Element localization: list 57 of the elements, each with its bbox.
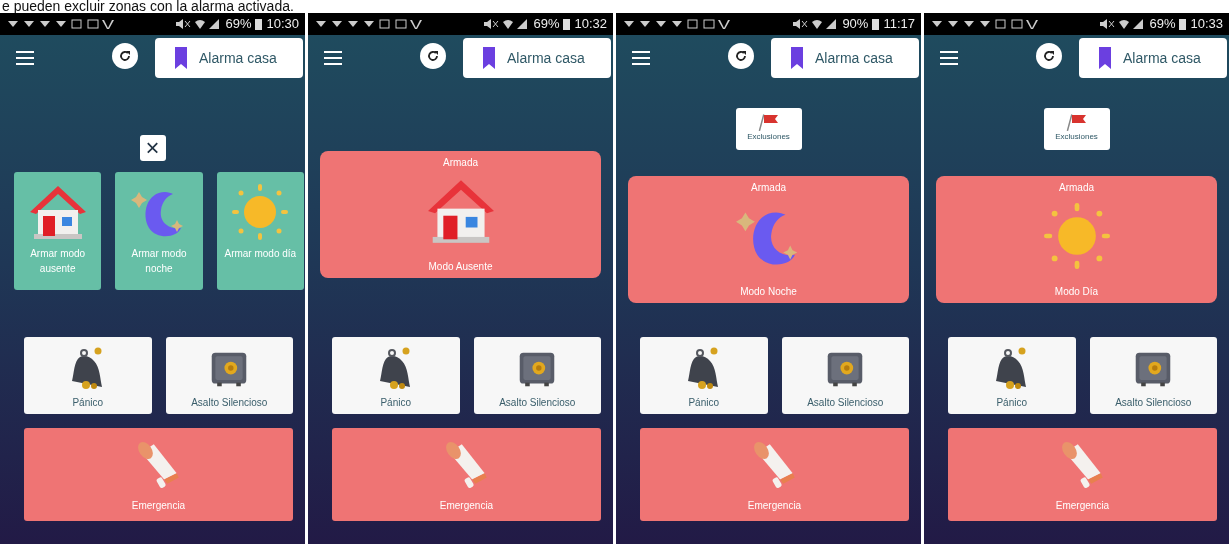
menu-icon[interactable]: [16, 50, 34, 65]
battery-percentage: 69%: [533, 15, 560, 34]
action-button[interactable]: Pánico: [332, 337, 460, 414]
refresh-icon: [735, 50, 747, 62]
battery-icon: [872, 18, 880, 30]
exclusions-button[interactable]: Exclusiones: [735, 108, 802, 150]
alarm-selector-button[interactable]: Alarma casa: [1079, 38, 1227, 78]
battery-percentage: 69%: [1149, 15, 1176, 34]
battery-icon: [563, 18, 571, 30]
sun-icon: [230, 184, 291, 240]
signal-icons-drawing: [1099, 18, 1146, 30]
alarm-selector-button[interactable]: Alarma casa: [771, 38, 919, 78]
action-button[interactable]: Asalto Silencioso: [165, 337, 293, 414]
battery-icon: [255, 18, 263, 30]
action-button[interactable]: Pánico: [948, 337, 1076, 414]
alarm-selector-button[interactable]: Alarma casa: [155, 38, 303, 78]
action-button[interactable]: Asalto Silencioso: [781, 337, 909, 414]
refresh-button[interactable]: [420, 43, 446, 69]
armed-status-text: Armada: [443, 156, 478, 170]
armed-status-text: Armada: [751, 181, 786, 195]
refresh-button[interactable]: [112, 43, 138, 69]
action-button[interactable]: Asalto Silencioso: [1089, 337, 1217, 414]
armed-mode-text: Modo Ausente: [428, 260, 493, 274]
flag-icon: [1065, 113, 1088, 131]
battery-percentage: 69%: [225, 15, 252, 34]
bookmark-icon: [1097, 46, 1113, 70]
menu-icon[interactable]: [940, 50, 958, 65]
menu-icon[interactable]: [324, 50, 342, 65]
refresh-button[interactable]: [728, 43, 754, 69]
bookmark-icon: [481, 46, 497, 70]
battery-percentage: 90%: [842, 15, 869, 34]
refresh-icon: [427, 50, 439, 62]
armed-status-text: Armada: [1059, 181, 1094, 195]
caption-text: e pueden excluir zonas con la alarma activada.: [1, 0, 295, 13]
menu-icon[interactable]: [632, 50, 650, 65]
refresh-icon: [1043, 50, 1055, 62]
signal-icons-drawing: [792, 18, 839, 30]
battery-icon: [1179, 18, 1187, 30]
action-button[interactable]: Pánico: [24, 337, 152, 414]
refresh-button[interactable]: [1036, 43, 1062, 69]
action-button[interactable]: Pánico: [640, 337, 768, 414]
armed-mode-text: Modo Noche: [740, 285, 797, 299]
action-button[interactable]: Asalto Silencioso: [473, 337, 601, 414]
signal-icons-drawing: [175, 18, 222, 30]
clock-time: 10:32: [574, 15, 607, 34]
bookmark-icon: [789, 46, 805, 70]
clock-time: 10:30: [266, 15, 299, 34]
alarm-selector-button[interactable]: Alarma casa: [463, 38, 611, 78]
exclusions-button[interactable]: Exclusiones: [1043, 108, 1110, 150]
clock-time: 11:17: [883, 15, 915, 34]
signal-icons-drawing: [483, 18, 530, 30]
clock-time: 10:33: [1190, 15, 1223, 34]
refresh-icon: [119, 50, 131, 62]
armed-mode-text: Modo Día: [1054, 285, 1099, 299]
bookmark-icon: [173, 46, 189, 70]
close-button[interactable]: ×: [139, 135, 166, 161]
flag-icon: [757, 113, 780, 131]
